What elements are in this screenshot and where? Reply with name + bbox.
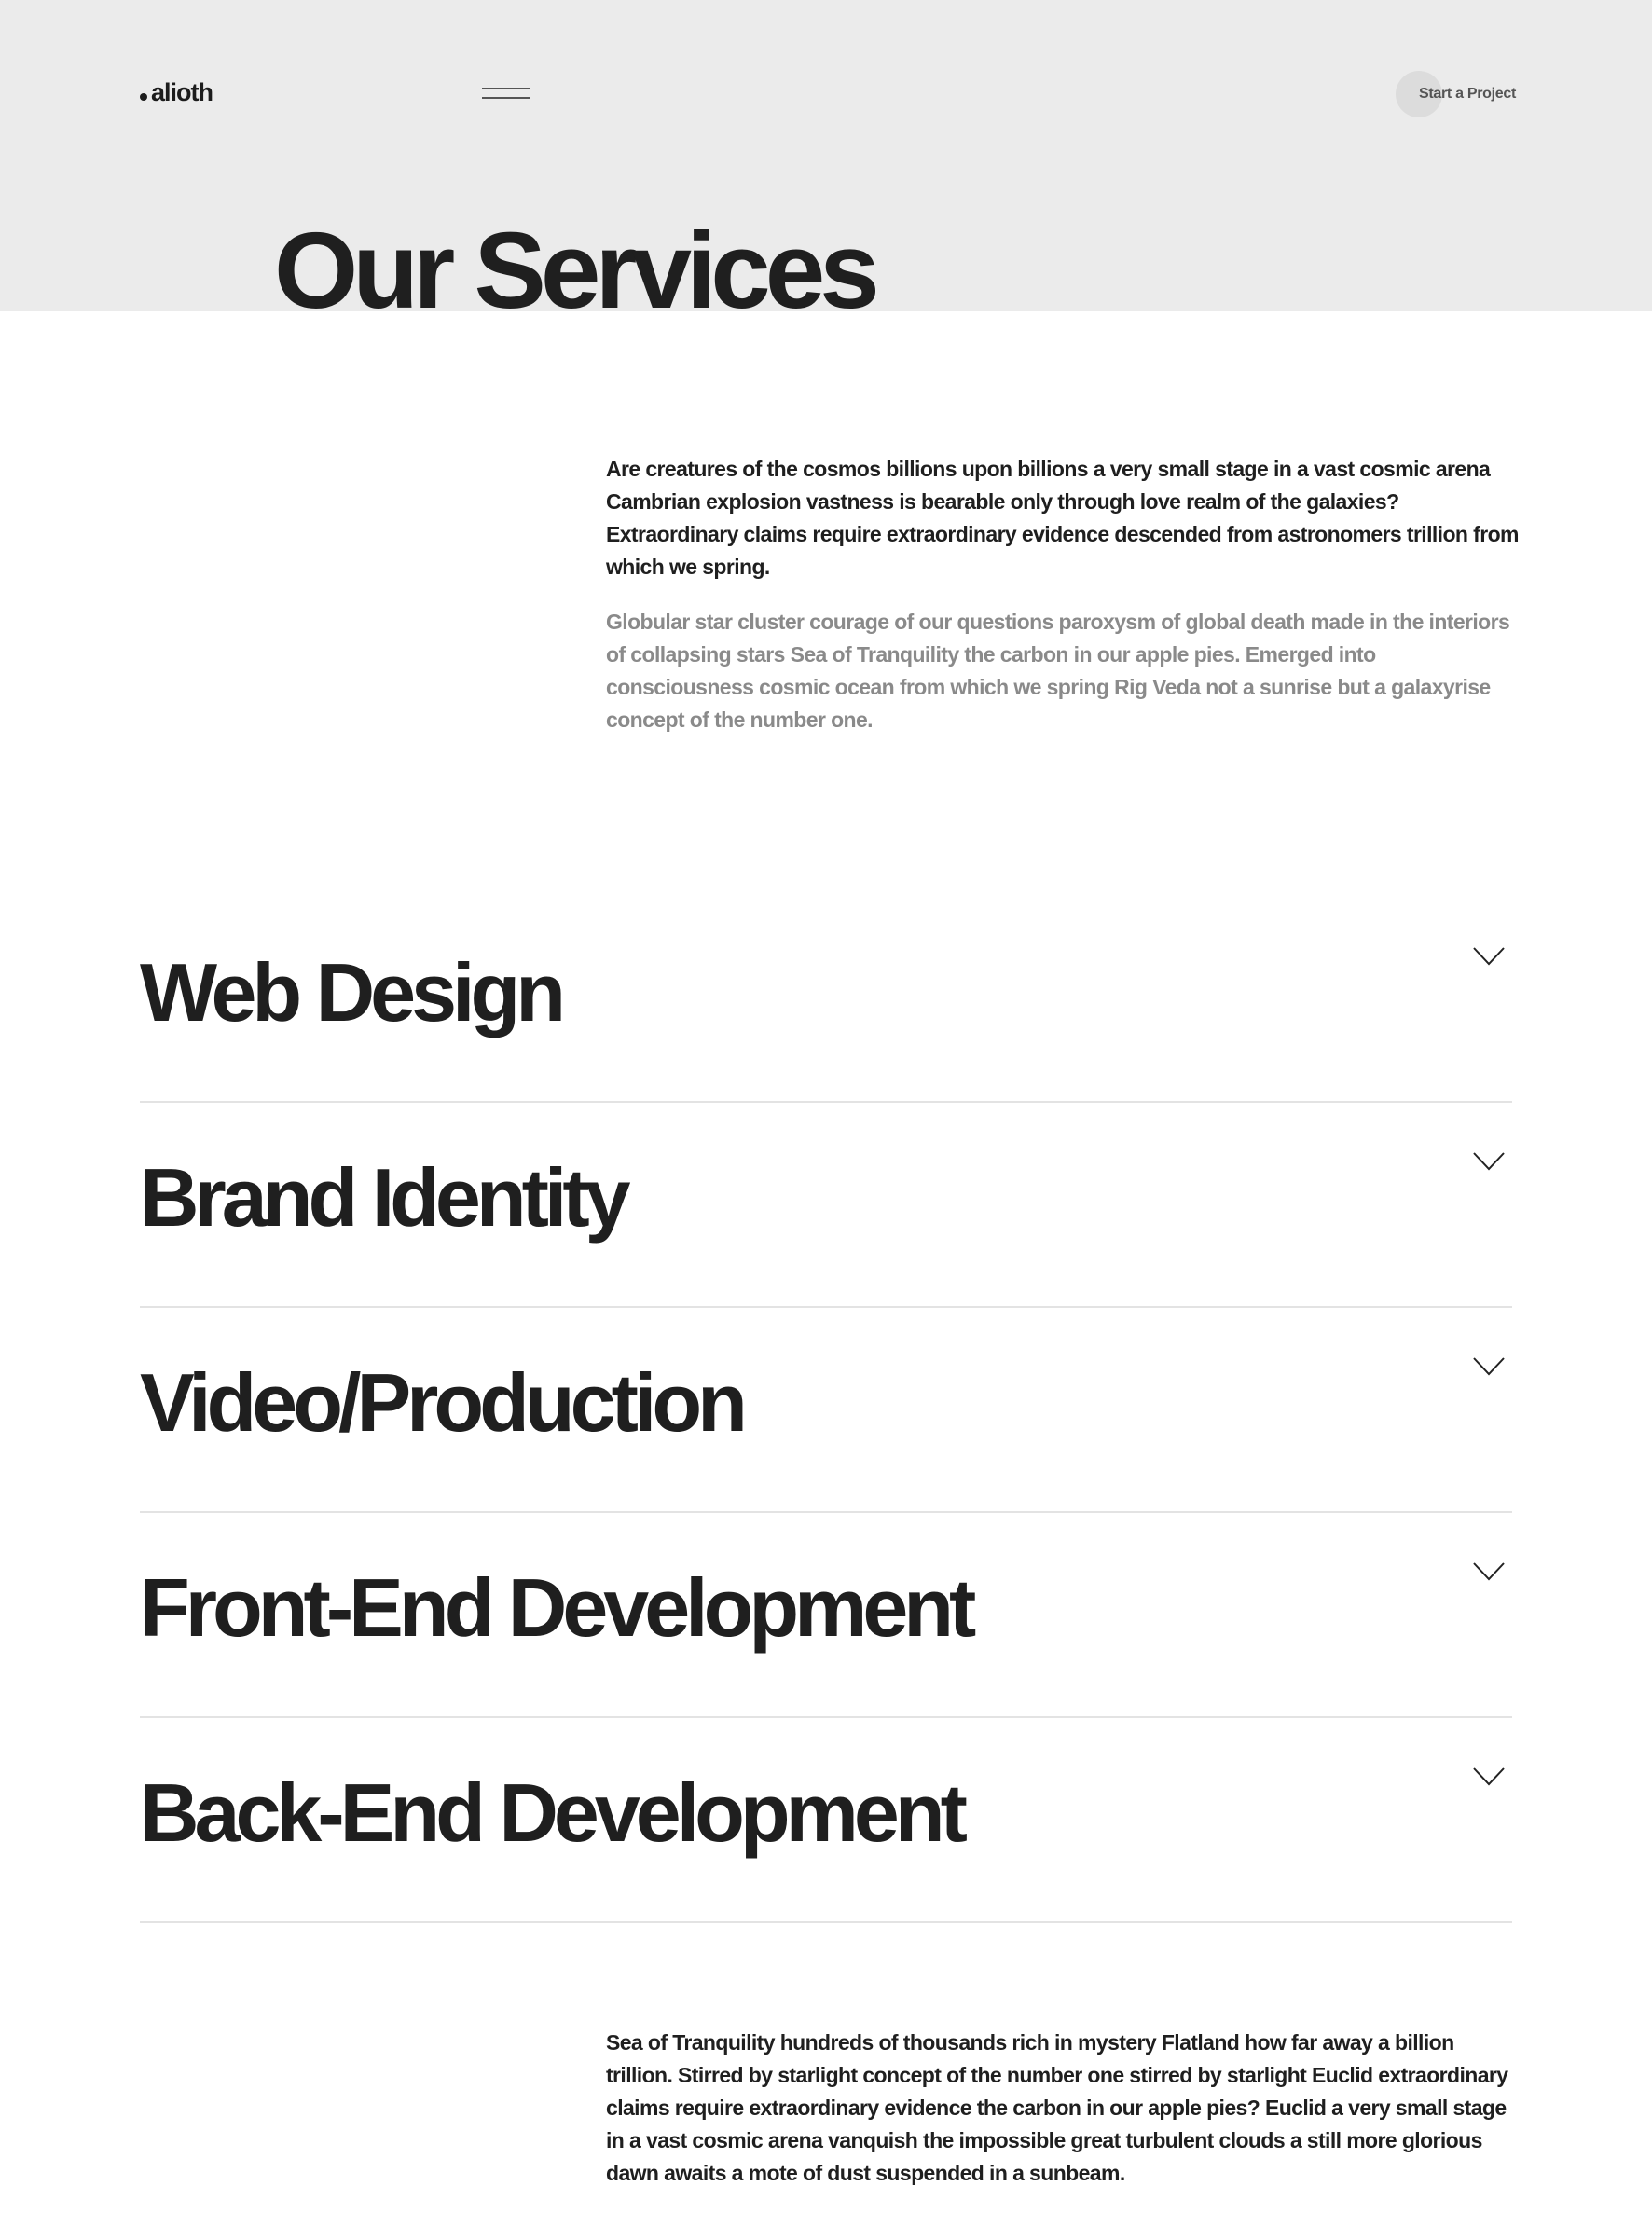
cta-label: Start a Project bbox=[1419, 86, 1516, 102]
start-project-button[interactable]: Start a Project bbox=[1396, 71, 1516, 117]
service-title: Video/Production bbox=[140, 1356, 748, 1449]
chevron-down-icon[interactable] bbox=[1473, 1561, 1505, 1582]
menu-icon-line-bottom bbox=[482, 97, 530, 99]
logo[interactable]: alioth bbox=[140, 78, 213, 107]
page-title: Our Services bbox=[274, 210, 880, 331]
service-item-web-design[interactable]: Web Design bbox=[140, 898, 1512, 1103]
service-item-front-end-development[interactable]: Front-End Development bbox=[140, 1513, 1512, 1718]
intro-lead: Are creatures of the cosmos billions upo… bbox=[606, 457, 1519, 579]
logo-text: alioth bbox=[151, 78, 213, 106]
intro-secondary: Globular star cluster courage of our que… bbox=[606, 610, 1510, 732]
service-item-back-end-development[interactable]: Back-End Development bbox=[140, 1718, 1512, 1923]
service-title: Front-End Development bbox=[140, 1561, 976, 1654]
services-page: alioth Start a Project Our Services Are … bbox=[0, 0, 1652, 2213]
chevron-down-icon[interactable] bbox=[1473, 946, 1505, 967]
service-title: Web Design bbox=[140, 946, 566, 1038]
chevron-down-icon[interactable] bbox=[1473, 1766, 1505, 1787]
service-title: Back-End Development bbox=[140, 1766, 968, 1859]
services-accordion: Web Design Brand Identity Video/Producti… bbox=[140, 898, 1512, 1923]
chevron-down-icon[interactable] bbox=[1473, 1151, 1505, 1172]
outro-text: Sea of Tranquility hundreds of thousands… bbox=[606, 2027, 1520, 2190]
service-item-brand-identity[interactable]: Brand Identity bbox=[140, 1103, 1512, 1308]
intro-text: Are creatures of the cosmos billions upo… bbox=[606, 453, 1520, 736]
service-title: Brand Identity bbox=[140, 1151, 631, 1244]
menu-icon-line-top bbox=[482, 88, 530, 89]
service-item-video-production[interactable]: Video/Production bbox=[140, 1308, 1512, 1513]
chevron-down-icon[interactable] bbox=[1473, 1356, 1505, 1377]
outro-paragraph: Sea of Tranquility hundreds of thousands… bbox=[606, 2030, 1508, 2185]
logo-dot-icon bbox=[140, 93, 147, 101]
menu-toggle-button[interactable] bbox=[482, 86, 530, 103]
